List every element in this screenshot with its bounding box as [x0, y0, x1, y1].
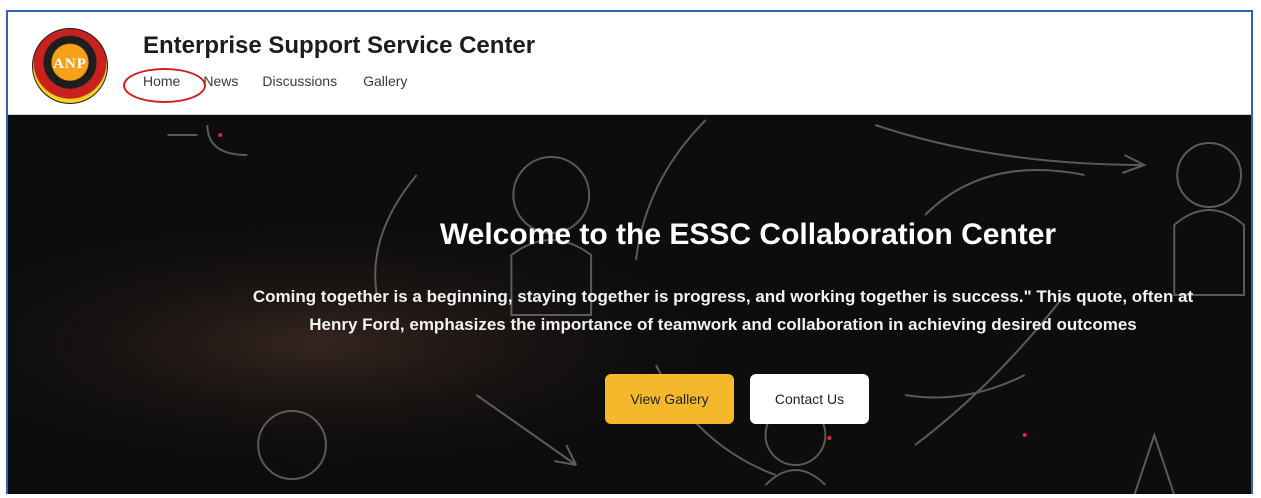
hero-quote: Coming together is a beginning, staying … — [108, 283, 1251, 339]
browser-frame: ANP Enterprise Support Service Center Ho… — [6, 10, 1253, 494]
nav-news[interactable]: News — [203, 73, 238, 89]
hero-section: Welcome to the ESSC Collaboration Center… — [8, 115, 1251, 494]
nav-discussions[interactable]: Discussions — [262, 73, 337, 89]
logo-text: ANP — [53, 56, 87, 72]
nav-gallery[interactable]: Gallery — [363, 73, 407, 89]
site-header: ANP Enterprise Support Service Center Ho… — [8, 12, 1251, 115]
contact-us-button[interactable]: Contact Us — [750, 374, 869, 424]
hero-quote-line-1: Coming together is a beginning, staying … — [252, 287, 1194, 306]
view-gallery-button[interactable]: View Gallery — [605, 374, 734, 424]
site-logo[interactable]: ANP — [32, 28, 108, 104]
main-nav: Home News Discussions Gallery — [143, 73, 407, 89]
hero-title: Welcome to the ESSC Collaboration Center — [439, 218, 1057, 251]
nav-home[interactable]: Home — [143, 73, 180, 89]
site-title: Enterprise Support Service Center — [143, 32, 536, 59]
hero-quote-line-2: Henry Ford, emphasizes the importance of… — [309, 315, 1137, 334]
